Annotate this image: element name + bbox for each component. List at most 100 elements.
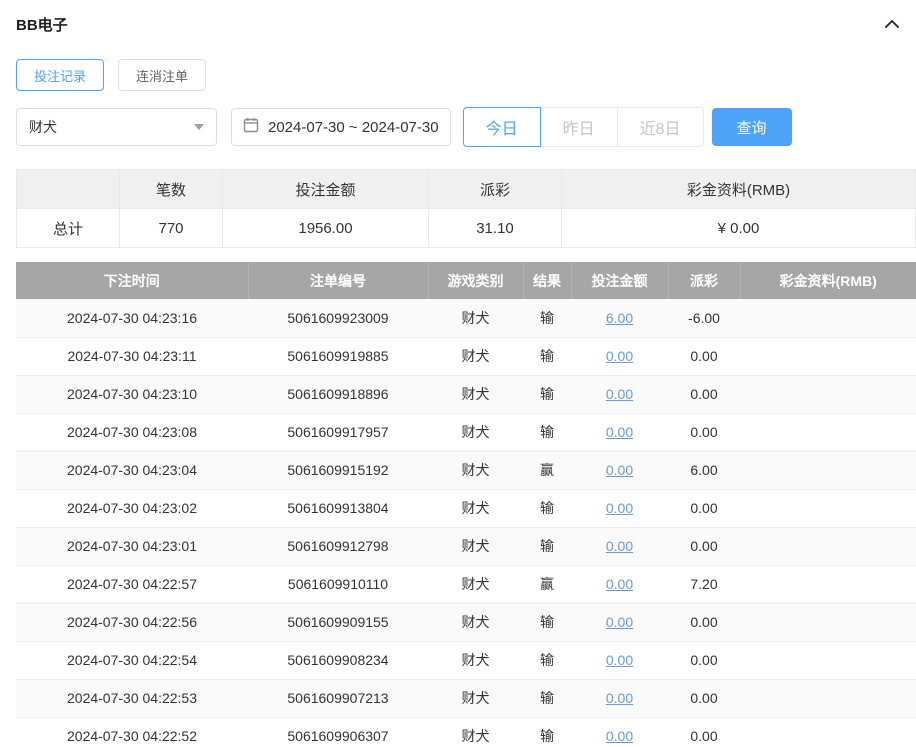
table-row: 2024-07-30 04:22:54 5061609908234 财犬 输 0… bbox=[16, 641, 916, 679]
bet-amount-link[interactable]: 0.00 bbox=[606, 386, 633, 402]
result-cell: 输 bbox=[523, 299, 571, 337]
order-id-cell: 5061609906307 bbox=[248, 717, 428, 747]
table-row: 2024-07-30 04:22:52 5061609906307 财犬 输 0… bbox=[16, 717, 916, 747]
summary-header-count: 笔数 bbox=[120, 170, 223, 209]
bet-amount-link[interactable]: 0.00 bbox=[606, 424, 633, 440]
bet-time-cell: 2024-07-30 04:23:10 bbox=[16, 375, 248, 413]
bet-amount-link[interactable]: 0.00 bbox=[606, 728, 633, 744]
bonus-cell bbox=[740, 527, 916, 565]
result-cell: 输 bbox=[523, 489, 571, 527]
result-cell: 输 bbox=[523, 527, 571, 565]
bet-time-cell: 2024-07-30 04:22:56 bbox=[16, 603, 248, 641]
bet-time-cell: 2024-07-30 04:23:02 bbox=[16, 489, 248, 527]
payout-cell: 6.00 bbox=[668, 451, 740, 489]
table-row: 2024-07-30 04:23:04 5061609915192 财犬 赢 0… bbox=[16, 451, 916, 489]
order-id-cell: 5061609912798 bbox=[248, 527, 428, 565]
game-type-cell: 财犬 bbox=[428, 413, 523, 451]
bet-time-cell: 2024-07-30 04:23:11 bbox=[16, 337, 248, 375]
game-select-value: 财犬 bbox=[29, 117, 57, 137]
result-cell: 输 bbox=[523, 603, 571, 641]
result-cell: 输 bbox=[523, 375, 571, 413]
bet-amount-cell: 0.00 bbox=[571, 717, 668, 747]
bet-amount-cell: 0.00 bbox=[571, 413, 668, 451]
order-id-cell: 5061609918896 bbox=[248, 375, 428, 413]
header-bet-time: 下注时间 bbox=[16, 262, 248, 299]
game-type-cell: 财犬 bbox=[428, 375, 523, 413]
yesterday-button[interactable]: 昨日 bbox=[540, 107, 618, 147]
bonus-cell bbox=[740, 299, 916, 337]
header-result: 结果 bbox=[523, 262, 571, 299]
game-type-cell: 财犬 bbox=[428, 451, 523, 489]
summary-total-payout: 31.10 bbox=[429, 209, 562, 248]
table-row: 2024-07-30 04:23:16 5061609923009 财犬 输 6… bbox=[16, 299, 916, 337]
bet-amount-link[interactable]: 0.00 bbox=[606, 690, 633, 706]
summary-total-count: 770 bbox=[120, 209, 223, 248]
bet-amount-link[interactable]: 0.00 bbox=[606, 462, 633, 478]
header-game-type: 游戏类别 bbox=[428, 262, 523, 299]
result-cell: 输 bbox=[523, 413, 571, 451]
bet-time-cell: 2024-07-30 04:23:08 bbox=[16, 413, 248, 451]
search-button[interactable]: 查询 bbox=[712, 108, 792, 146]
panel-header: BB电子 bbox=[16, 14, 916, 35]
table-row: 2024-07-30 04:23:10 5061609918896 财犬 输 0… bbox=[16, 375, 916, 413]
summary-total-bet-amount: 1956.00 bbox=[223, 209, 429, 248]
bet-amount-cell: 0.00 bbox=[571, 603, 668, 641]
table-row: 2024-07-30 04:23:01 5061609912798 财犬 输 0… bbox=[16, 527, 916, 565]
bet-amount-cell: 0.00 bbox=[571, 337, 668, 375]
summary-header-bet-amount: 投注金额 bbox=[223, 170, 429, 209]
date-range-picker[interactable]: 2024-07-30 ~ 2024-07-30 bbox=[231, 108, 451, 146]
bet-amount-link[interactable]: 0.00 bbox=[606, 538, 633, 554]
bet-amount-cell: 0.00 bbox=[571, 641, 668, 679]
table-row: 2024-07-30 04:22:57 5061609910110 财犬 赢 0… bbox=[16, 565, 916, 603]
bet-amount-cell: 0.00 bbox=[571, 489, 668, 527]
today-button[interactable]: 今日 bbox=[463, 107, 541, 147]
bonus-cell bbox=[740, 565, 916, 603]
table-row: 2024-07-30 04:23:11 5061609919885 财犬 输 0… bbox=[16, 337, 916, 375]
bonus-cell bbox=[740, 603, 916, 641]
payout-cell: 0.00 bbox=[668, 717, 740, 747]
payout-cell: 0.00 bbox=[668, 489, 740, 527]
bet-time-cell: 2024-07-30 04:22:57 bbox=[16, 565, 248, 603]
table-row: 2024-07-30 04:23:08 5061609917957 财犬 输 0… bbox=[16, 413, 916, 451]
payout-cell: 0.00 bbox=[668, 527, 740, 565]
chevron-up-icon bbox=[884, 17, 900, 32]
header-bonus: 彩金资料(RMB) bbox=[740, 262, 916, 299]
game-type-cell: 财犬 bbox=[428, 299, 523, 337]
bet-time-cell: 2024-07-30 04:22:52 bbox=[16, 717, 248, 747]
game-type-cell: 财犬 bbox=[428, 489, 523, 527]
bet-time-cell: 2024-07-30 04:23:16 bbox=[16, 299, 248, 337]
bet-time-cell: 2024-07-30 04:22:53 bbox=[16, 679, 248, 717]
result-cell: 输 bbox=[523, 679, 571, 717]
bet-amount-cell: 0.00 bbox=[571, 679, 668, 717]
bet-amount-link[interactable]: 0.00 bbox=[606, 614, 633, 630]
bet-amount-link[interactable]: 0.00 bbox=[606, 500, 633, 516]
collapse-panel-button[interactable] bbox=[882, 15, 902, 34]
bonus-cell bbox=[740, 413, 916, 451]
bet-amount-link[interactable]: 6.00 bbox=[606, 310, 633, 326]
order-id-cell: 5061609910110 bbox=[248, 565, 428, 603]
game-type-cell: 财犬 bbox=[428, 717, 523, 747]
summary-total-label: 总计 bbox=[17, 209, 120, 248]
bet-time-cell: 2024-07-30 04:23:04 bbox=[16, 451, 248, 489]
last-8-days-button[interactable]: 近8日 bbox=[617, 107, 704, 147]
bonus-cell bbox=[740, 451, 916, 489]
tab-bet-records[interactable]: 投注记录 bbox=[16, 59, 104, 91]
header-order-id: 注单编号 bbox=[248, 262, 428, 299]
bonus-cell bbox=[740, 641, 916, 679]
order-id-cell: 5061609923009 bbox=[248, 299, 428, 337]
bonus-cell bbox=[740, 337, 916, 375]
bet-amount-link[interactable]: 0.00 bbox=[606, 652, 633, 668]
bet-time-cell: 2024-07-30 04:23:01 bbox=[16, 527, 248, 565]
bet-amount-cell: 0.00 bbox=[571, 565, 668, 603]
bet-amount-link[interactable]: 0.00 bbox=[606, 576, 633, 592]
order-id-cell: 5061609907213 bbox=[248, 679, 428, 717]
record-tabs: 投注记录 连消注单 bbox=[16, 59, 916, 91]
bet-amount-cell: 0.00 bbox=[571, 375, 668, 413]
game-select[interactable]: 财犬 bbox=[16, 108, 217, 146]
bet-amount-cell: 0.00 bbox=[571, 451, 668, 489]
bet-amount-link[interactable]: 0.00 bbox=[606, 348, 633, 364]
filter-bar: 财犬 2024-07-30 ~ 2024-07-30 今日 昨日 近8日 查询 bbox=[16, 107, 916, 147]
payout-cell: -6.00 bbox=[668, 299, 740, 337]
tab-cancelled-orders[interactable]: 连消注单 bbox=[118, 59, 206, 91]
payout-cell: 0.00 bbox=[668, 375, 740, 413]
